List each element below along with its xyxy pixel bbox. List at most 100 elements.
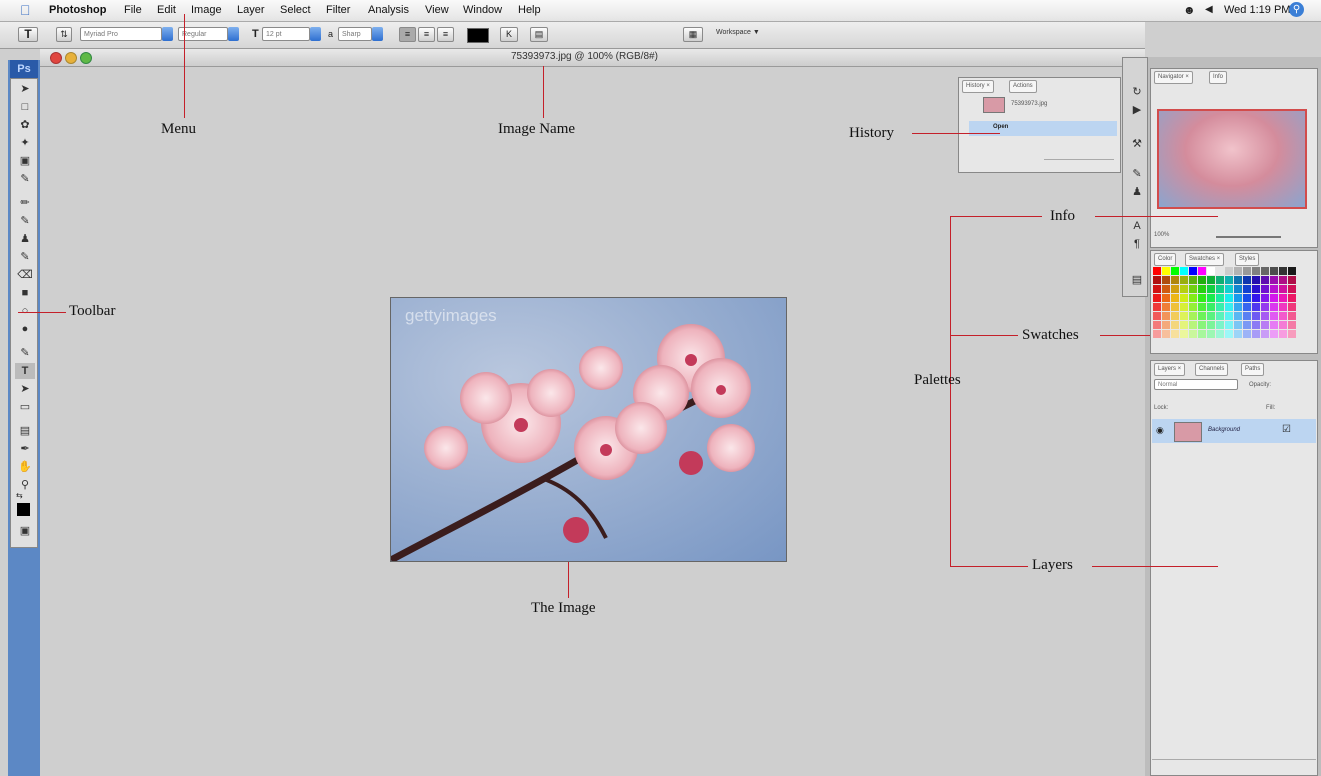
swatch-cell[interactable] bbox=[1153, 312, 1161, 320]
swatch-cell[interactable] bbox=[1270, 321, 1278, 329]
swatch-cell[interactable] bbox=[1171, 303, 1179, 311]
swatch-cell[interactable] bbox=[1225, 294, 1233, 302]
swatch-cell[interactable] bbox=[1261, 294, 1269, 302]
layer-name[interactable]: Background bbox=[1208, 427, 1240, 433]
swatch-cell[interactable] bbox=[1207, 294, 1215, 302]
swatch-cell[interactable] bbox=[1198, 321, 1206, 329]
history-snapshot-label[interactable]: 75393973.jpg bbox=[1011, 101, 1047, 107]
tab-info[interactable]: Info bbox=[1209, 71, 1228, 84]
menu-analysis[interactable]: Analysis bbox=[368, 4, 409, 16]
layer-comps-icon[interactable]: ▤ bbox=[1127, 272, 1147, 288]
minimize-window-button[interactable] bbox=[65, 52, 77, 64]
swatch-cell[interactable] bbox=[1180, 303, 1188, 311]
swatch-cell[interactable] bbox=[1180, 267, 1188, 275]
tab-layers[interactable]: Layers × bbox=[1154, 363, 1186, 376]
align-right-button[interactable]: ≡ bbox=[437, 27, 454, 42]
hand-tool-icon[interactable]: ✋ bbox=[15, 459, 35, 475]
swatch-cell[interactable] bbox=[1162, 276, 1170, 284]
menu-file[interactable]: File bbox=[124, 4, 142, 16]
blur-tool-icon[interactable]: ○ bbox=[15, 303, 35, 319]
character-panel-icon[interactable]: A bbox=[1127, 218, 1147, 234]
swatch-cell[interactable] bbox=[1279, 303, 1287, 311]
magic-wand-tool-icon[interactable]: ✦ bbox=[15, 135, 35, 151]
swatch-cell[interactable] bbox=[1198, 285, 1206, 293]
swatch-cell[interactable] bbox=[1198, 267, 1206, 275]
swatch-cell[interactable] bbox=[1288, 321, 1296, 329]
font-size-dropdown-icon[interactable] bbox=[310, 27, 321, 41]
swatch-cell[interactable] bbox=[1252, 321, 1260, 329]
swatch-cell[interactable] bbox=[1261, 276, 1269, 284]
swatch-cell[interactable] bbox=[1225, 303, 1233, 311]
swatch-cell[interactable] bbox=[1207, 303, 1215, 311]
swatch-cell[interactable] bbox=[1225, 276, 1233, 284]
swatch-cell[interactable] bbox=[1180, 285, 1188, 293]
swatch-cell[interactable] bbox=[1153, 285, 1161, 293]
swatch-cell[interactable] bbox=[1270, 303, 1278, 311]
swatch-cell[interactable] bbox=[1270, 267, 1278, 275]
swatch-cell[interactable] bbox=[1171, 321, 1179, 329]
spotlight-search-icon[interactable]: ⚲ bbox=[1289, 2, 1304, 17]
swatch-cell[interactable] bbox=[1225, 330, 1233, 338]
swatch-cell[interactable] bbox=[1171, 312, 1179, 320]
menu-image[interactable]: Image bbox=[191, 4, 222, 16]
swatch-cell[interactable] bbox=[1162, 294, 1170, 302]
swatch-cell[interactable] bbox=[1270, 285, 1278, 293]
move-tool-icon[interactable]: ➤ bbox=[15, 81, 35, 97]
swatch-cell[interactable] bbox=[1189, 294, 1197, 302]
clone-source-icon[interactable]: ♟ bbox=[1127, 184, 1147, 200]
swatch-cell[interactable] bbox=[1198, 303, 1206, 311]
swatch-cell[interactable] bbox=[1216, 330, 1224, 338]
swatch-cell[interactable] bbox=[1252, 267, 1260, 275]
layers-panel-footer[interactable] bbox=[1152, 759, 1316, 774]
lasso-tool-icon[interactable]: ✿ bbox=[15, 117, 35, 133]
tab-history[interactable]: History × bbox=[962, 80, 994, 93]
swatch-cell[interactable] bbox=[1189, 285, 1197, 293]
swatch-cell[interactable] bbox=[1171, 330, 1179, 338]
swatch-cell[interactable] bbox=[1234, 321, 1242, 329]
swatch-cell[interactable] bbox=[1180, 330, 1188, 338]
swatch-cell[interactable] bbox=[1225, 267, 1233, 275]
swatch-cell[interactable] bbox=[1279, 276, 1287, 284]
swatch-cell[interactable] bbox=[1216, 276, 1224, 284]
swatch-cell[interactable] bbox=[1243, 276, 1251, 284]
screen-mode-icon[interactable] bbox=[15, 541, 35, 545]
tab-paths[interactable]: Paths bbox=[1241, 363, 1265, 376]
swatch-cell[interactable] bbox=[1207, 285, 1215, 293]
swatch-cell[interactable] bbox=[1234, 267, 1242, 275]
swatch-cell[interactable] bbox=[1171, 276, 1179, 284]
swatch-cell[interactable] bbox=[1216, 285, 1224, 293]
swatch-cell[interactable] bbox=[1162, 312, 1170, 320]
swatch-cell[interactable] bbox=[1207, 312, 1215, 320]
menu-layer[interactable]: Layer bbox=[237, 4, 265, 16]
swatch-cell[interactable] bbox=[1153, 276, 1161, 284]
history-panel-icon[interactable]: ↻ bbox=[1127, 84, 1147, 100]
swatch-cell[interactable] bbox=[1279, 330, 1287, 338]
menu-select[interactable]: Select bbox=[280, 4, 311, 16]
eyedropper-tool-icon[interactable]: ✒ bbox=[15, 441, 35, 457]
swatch-cell[interactable] bbox=[1270, 330, 1278, 338]
swatch-cell[interactable] bbox=[1216, 303, 1224, 311]
swatch-cell[interactable] bbox=[1243, 267, 1251, 275]
swatch-cell[interactable] bbox=[1216, 267, 1224, 275]
swatch-cell[interactable] bbox=[1270, 276, 1278, 284]
swatch-cell[interactable] bbox=[1162, 321, 1170, 329]
character-panel-button[interactable]: ▤ bbox=[530, 27, 548, 42]
volume-icon[interactable]: ◀ bbox=[1205, 4, 1213, 15]
swatch-cell[interactable] bbox=[1189, 312, 1197, 320]
warp-text-button[interactable]: K bbox=[500, 27, 518, 42]
layer-row-background[interactable]: ◉ Background ☑ bbox=[1152, 419, 1316, 443]
swatch-cell[interactable] bbox=[1288, 330, 1296, 338]
brushes-panel-icon[interactable]: ✎ bbox=[1127, 166, 1147, 182]
swatch-cell[interactable] bbox=[1279, 312, 1287, 320]
swatch-cell[interactable] bbox=[1207, 267, 1215, 275]
swatch-cell[interactable] bbox=[1225, 312, 1233, 320]
actions-panel-icon[interactable]: ▶ bbox=[1127, 102, 1147, 118]
menu-window[interactable]: Window bbox=[463, 4, 502, 16]
clone-stamp-tool-icon[interactable]: ♟ bbox=[15, 231, 35, 247]
swatch-cell[interactable] bbox=[1252, 312, 1260, 320]
swatch-cell[interactable] bbox=[1261, 312, 1269, 320]
text-orientation-button[interactable]: ⇅ bbox=[56, 27, 72, 42]
swatch-cell[interactable] bbox=[1207, 330, 1215, 338]
swatch-cell[interactable] bbox=[1153, 294, 1161, 302]
paragraph-panel-icon[interactable]: ¶ bbox=[1127, 236, 1147, 252]
